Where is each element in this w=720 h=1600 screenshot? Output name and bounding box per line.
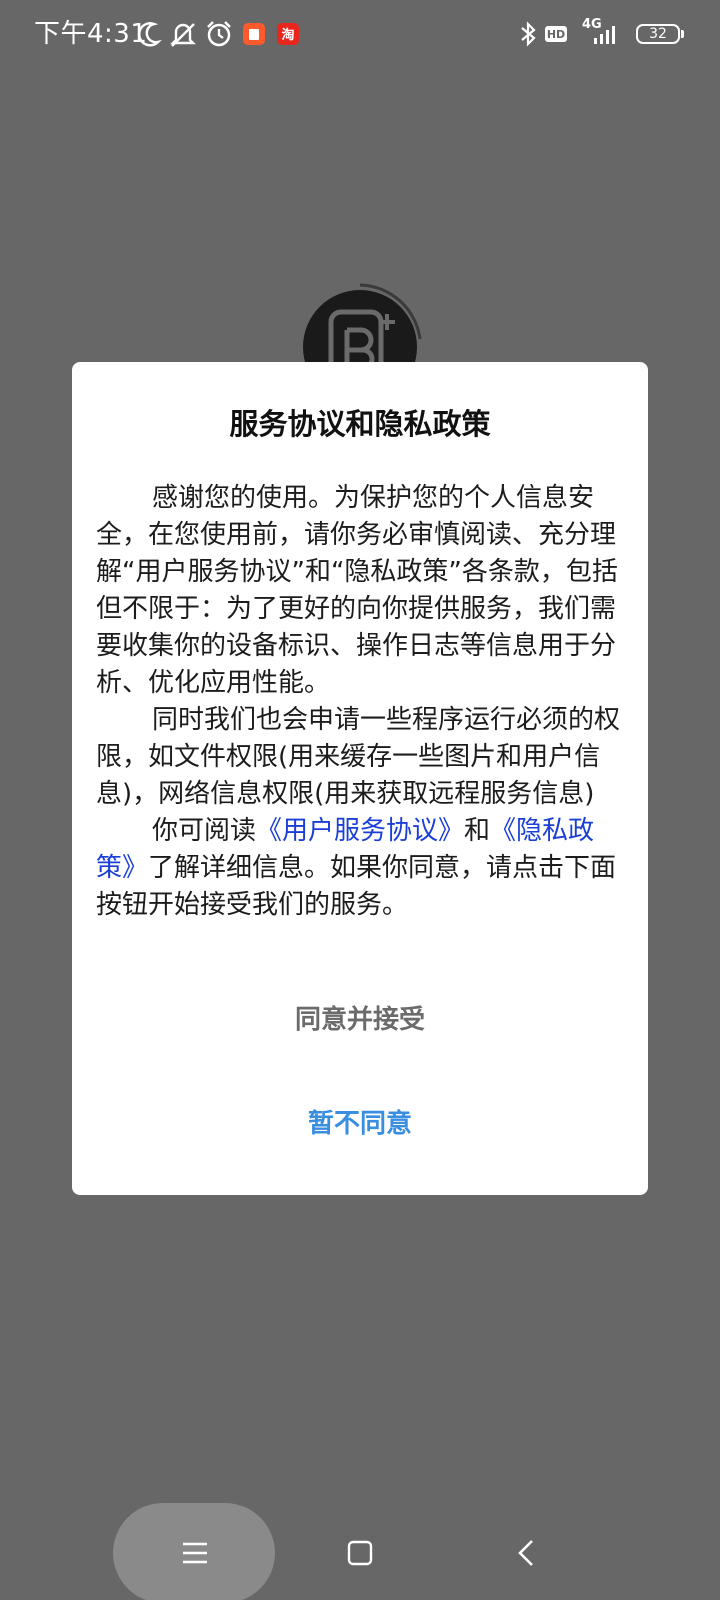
hd-icon: HD [544,18,568,50]
alarm-icon [205,18,233,50]
svg-text:淘: 淘 [281,27,294,43]
bell-muted-icon [168,18,198,50]
dialog-paragraph-1: 感谢您的使用。为保护您的个人信息安全，在您使用前，请你务必审慎阅读、充分理解“用… [96,483,618,698]
moon-icon [136,18,162,50]
screen: 下午4:31 淘 HD 4G 32 服务协议和隐私政策 感谢您的使用。为保护您的… [0,0,720,1600]
svg-text:HD: HD [547,28,565,41]
paragraph-3-and: 和 [464,816,491,846]
taobao-app-icon: 淘 [276,18,300,50]
home-icon[interactable] [340,1533,380,1573]
agree-button[interactable]: 同意并接受 [72,992,648,1048]
paragraph-3-prefix: 你可阅读 [152,816,257,846]
dialog-title: 服务协议和隐私政策 [229,407,491,441]
status-time: 下午4:31 [34,19,148,49]
status-bar: 下午4:31 淘 HD 4G 32 [0,0,720,68]
back-icon[interactable] [508,1533,548,1573]
dialog-paragraph-2: 同时我们也会申请一些程序运行必须的权限，如文件权限(用来缓存一些图片和用户信息)… [96,705,621,809]
menu-icon[interactable] [175,1533,215,1573]
dialog-paragraph-3: 你可阅读《用户服务协议》和《隐私政策》了解详细信息。如果你同意，请点击下面按钮开… [96,813,624,924]
dialog-body: 感谢您的使用。为保护您的个人信息安全，在您使用前，请你务必审慎阅读、充分理解“用… [96,480,624,924]
user-agreement-link[interactable]: 《用户服务协议》 [256,816,464,846]
bluetooth-icon [518,18,538,50]
disagree-button[interactable]: 暂不同意 [72,1096,648,1152]
privacy-dialog: 服务协议和隐私政策 感谢您的使用。为保护您的个人信息安全，在您使用前，请你务必审… [72,362,648,1195]
app-notification-icon [242,18,266,50]
battery-icon: 32 [636,24,680,44]
signal-icon [584,18,624,50]
battery-tip [681,30,684,38]
paragraph-3-suffix: 了解详细信息。如果你同意，请点击下面按钮开始接受我们的服务。 [96,853,617,920]
